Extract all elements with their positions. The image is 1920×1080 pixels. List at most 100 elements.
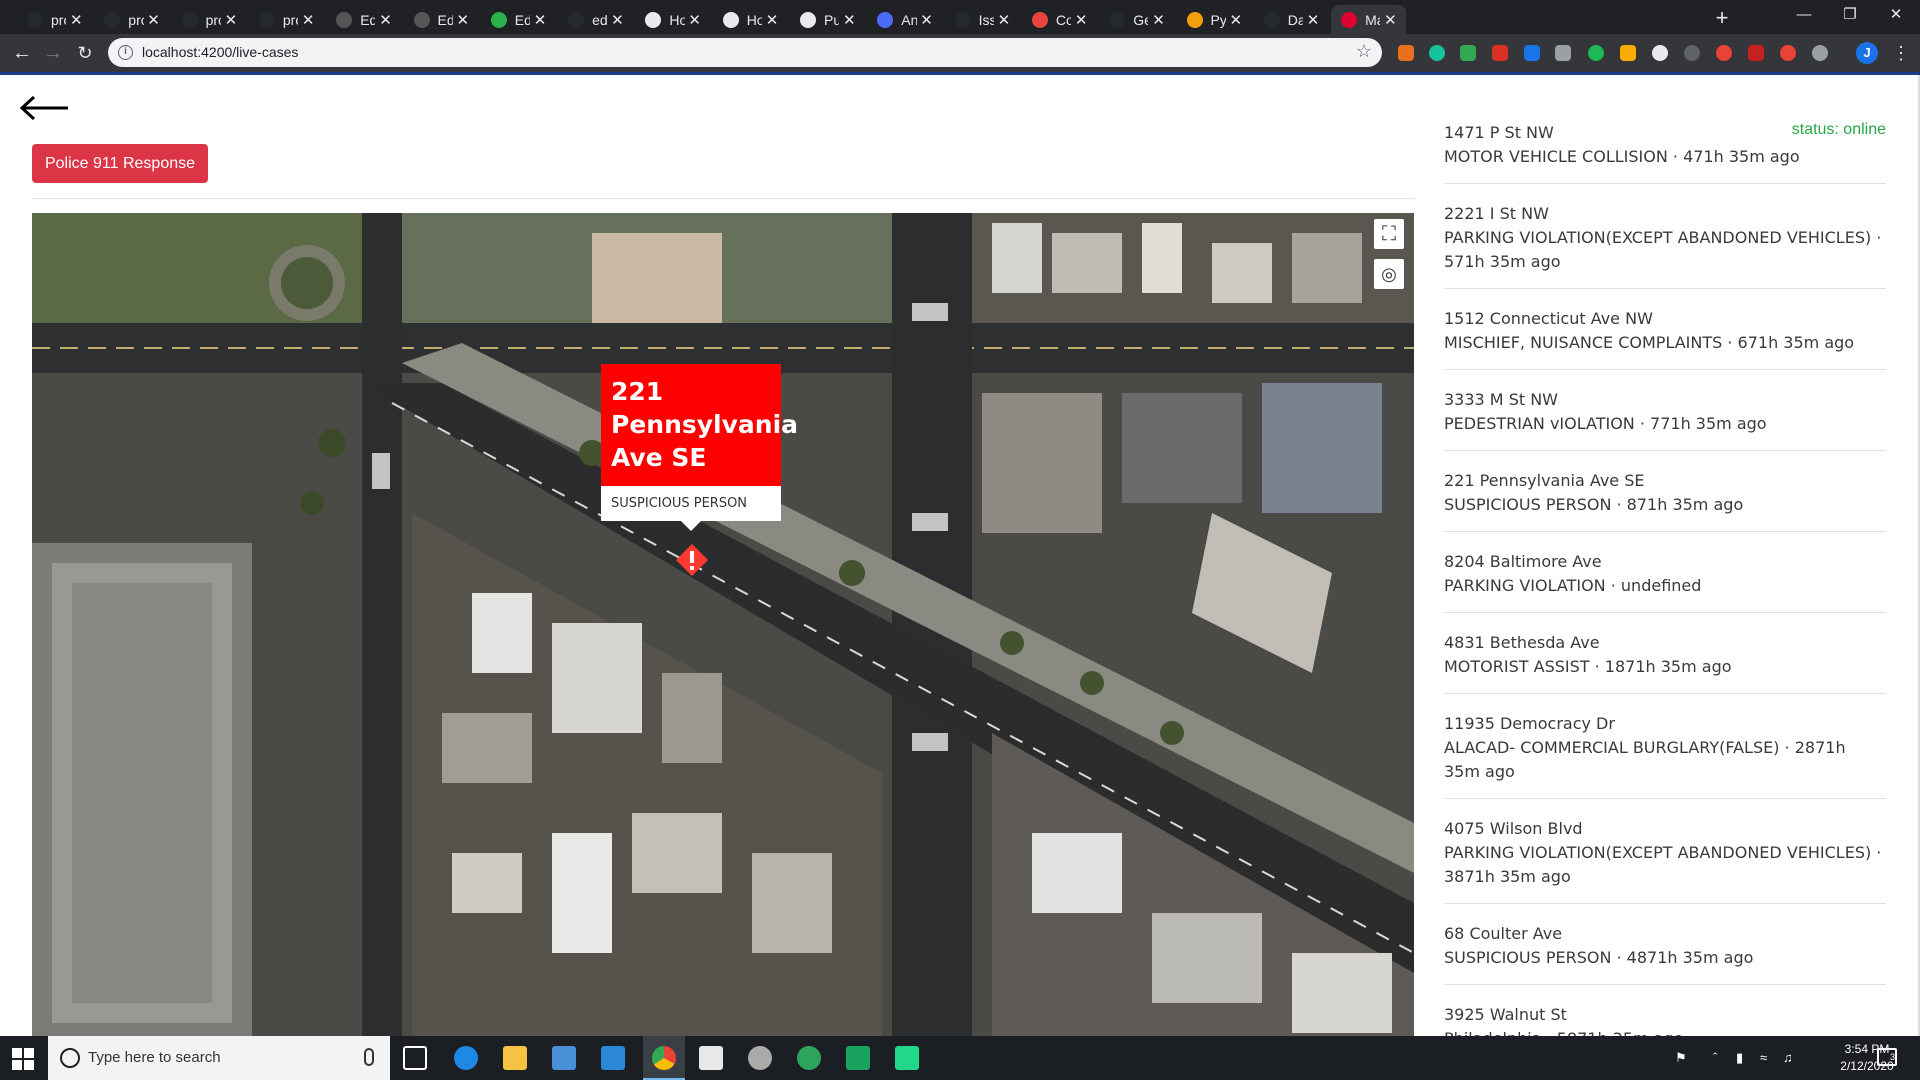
tab-13[interactable]: Issue✕: [945, 5, 1020, 34]
edge-icon[interactable]: [454, 1046, 478, 1070]
tab-close-icon[interactable]: ✕: [375, 11, 395, 29]
extension-red-circle-icon[interactable]: [1780, 45, 1796, 61]
extension-green-circle-icon[interactable]: [1588, 45, 1604, 61]
chrome-taskbar-button[interactable]: [643, 1036, 685, 1080]
case-item[interactable]: 2221 I St NW PARKING VIOLATION(EXCEPT ABA…: [1444, 194, 1886, 289]
tab-18[interactable]: Mapb✕: [1331, 5, 1407, 34]
tab-16[interactable]: Pytho✕: [1177, 5, 1252, 34]
tab-15[interactable]: Geni✕: [1099, 5, 1174, 34]
browser-tab-strip: proba✕proba✕proba✕proba✕Edwa✕Edwa✕Edwa✕e…: [0, 0, 1920, 34]
tab-close-icon[interactable]: ✕: [994, 11, 1014, 29]
notification-center-icon[interactable]: 3: [1877, 1048, 1897, 1066]
satellite-map[interactable]: ⛶ ◎: [32, 213, 1414, 1036]
extension-video-icon[interactable]: [1748, 45, 1764, 61]
tab-11[interactable]: Public✕: [790, 5, 865, 34]
geolocate-icon[interactable]: ◎: [1374, 259, 1404, 289]
tab-close-icon[interactable]: ✕: [1303, 11, 1323, 29]
taskbar-search-input[interactable]: Type here to search: [48, 1036, 390, 1080]
case-item[interactable]: 221 Pennsylvania Ave SE SUSPICIOUS PERSON…: [1444, 461, 1886, 532]
tab-close-icon[interactable]: ✕: [298, 11, 318, 29]
extension-dark-circle-icon[interactable]: [1684, 45, 1700, 61]
microphone-icon[interactable]: [364, 1048, 374, 1066]
chevron-up-icon[interactable]: ˆ: [1713, 1050, 1717, 1065]
tab-6[interactable]: Edwa✕: [404, 5, 479, 34]
extension-yellow-icon[interactable]: [1620, 45, 1636, 61]
case-item[interactable]: 4075 Wilson Blvd PARKING VIOLATION(EXCEPT…: [1444, 809, 1886, 904]
tab-1[interactable]: proba✕: [17, 5, 92, 34]
tab-2[interactable]: proba✕: [94, 5, 169, 34]
mail-icon[interactable]: [699, 1046, 723, 1070]
battery-icon[interactable]: ▮: [1736, 1050, 1743, 1066]
alert-marker-icon[interactable]: [675, 543, 709, 577]
tab-close-icon[interactable]: ✕: [839, 11, 859, 29]
tab-close-icon[interactable]: ✕: [1071, 11, 1091, 29]
forward-nav-button[interactable]: →: [40, 40, 66, 66]
tab-close-icon[interactable]: ✕: [1380, 11, 1400, 29]
tab-14[interactable]: Copy✕: [1022, 5, 1097, 34]
tab-10[interactable]: How✕: [713, 5, 788, 34]
browser-menu-icon[interactable]: ⋮: [1892, 41, 1910, 65]
tab-3[interactable]: proba✕: [172, 5, 247, 34]
file-explorer-icon[interactable]: [503, 1046, 527, 1070]
edge-beta-icon[interactable]: [797, 1046, 821, 1070]
tab-close-icon[interactable]: ✕: [1148, 11, 1168, 29]
tab-close-icon[interactable]: ✕: [1226, 11, 1246, 29]
case-item[interactable]: 68 Coulter Ave SUSPICIOUS PERSON · 4871h …: [1444, 914, 1886, 985]
case-item[interactable]: 3333 M St NW PEDESTRIAN vIOLATION · 771h …: [1444, 380, 1886, 451]
back-nav-button[interactable]: ←: [9, 40, 35, 66]
restore-button[interactable]: ❐: [1827, 0, 1873, 30]
extension-blue-icon[interactable]: [1524, 45, 1540, 61]
tab-close-icon[interactable]: ✕: [685, 11, 705, 29]
new-tab-button[interactable]: +: [1708, 4, 1736, 32]
case-item[interactable]: 3925 Walnut St Philadelphia · 5871h 35m a…: [1444, 995, 1886, 1036]
extension-grammarly-icon[interactable]: [1429, 45, 1445, 61]
extension-white-circle-icon[interactable]: [1652, 45, 1668, 61]
tab-4[interactable]: proba✕: [249, 5, 324, 34]
task-view-icon[interactable]: [403, 1046, 427, 1070]
tab-12[interactable]: Anim✕: [867, 5, 942, 34]
info-icon[interactable]: i: [118, 45, 133, 60]
tab-17[interactable]: Davie✕: [1254, 5, 1329, 34]
extension-leaf-icon[interactable]: [1460, 45, 1476, 61]
settings-gear-icon[interactable]: [748, 1046, 772, 1070]
extension-target-icon[interactable]: [1716, 45, 1732, 61]
tab-9[interactable]: How✕: [635, 5, 710, 34]
fullscreen-icon[interactable]: ⛶: [1374, 219, 1404, 249]
police-911-response-button[interactable]: Police 911 Response: [32, 144, 208, 183]
pycharm-icon[interactable]: [846, 1046, 870, 1070]
windows-start-icon[interactable]: [12, 1048, 34, 1070]
minimize-button[interactable]: —: [1781, 0, 1827, 30]
reload-button[interactable]: ↻: [72, 40, 98, 66]
tab-close-icon[interactable]: ✕: [762, 11, 782, 29]
case-item[interactable]: 1512 Connecticut Ave NW MISCHIEF, NUISANC…: [1444, 299, 1886, 370]
volume-icon[interactable]: ♫: [1783, 1050, 1793, 1065]
url-text[interactable]: localhost:4200/live-cases: [142, 44, 298, 60]
app-green-icon[interactable]: [895, 1046, 919, 1070]
extension-fox-icon[interactable]: [1398, 45, 1414, 61]
tab-8[interactable]: edwa✕: [558, 5, 633, 34]
tab-close-icon[interactable]: ✕: [917, 11, 937, 29]
tab-close-icon[interactable]: ✕: [607, 11, 627, 29]
vscode-icon[interactable]: [601, 1046, 625, 1070]
back-arrow-icon[interactable]: [18, 93, 70, 123]
case-item[interactable]: 4831 Bethesda Ave MOTORIST ASSIST · 1871h…: [1444, 623, 1886, 694]
tab-5[interactable]: Edwa✕: [326, 5, 401, 34]
wifi-icon[interactable]: ≈: [1760, 1050, 1767, 1065]
people-icon[interactable]: ⚑: [1675, 1050, 1687, 1066]
tab-close-icon[interactable]: ✕: [453, 11, 473, 29]
tab-close-icon[interactable]: ✕: [530, 11, 550, 29]
bookmark-star-icon[interactable]: ☆: [1356, 41, 1372, 62]
tab-7[interactable]: Edwa✕: [481, 5, 556, 34]
case-item[interactable]: 8204 Baltimore Ave PARKING VIOLATION · un…: [1444, 542, 1886, 613]
close-window-button[interactable]: ✕: [1873, 0, 1919, 30]
extension-grey-icon[interactable]: [1555, 45, 1571, 61]
case-item[interactable]: 11935 Democracy Dr ALACAD- COMMERCIAL BUR…: [1444, 704, 1886, 799]
tab-close-icon[interactable]: ✕: [221, 11, 241, 29]
address-bar[interactable]: i localhost:4200/live-cases ☆: [108, 38, 1382, 67]
extension-pin-icon[interactable]: [1812, 45, 1828, 61]
profile-avatar[interactable]: J: [1856, 42, 1878, 64]
extension-red-icon[interactable]: [1492, 45, 1508, 61]
tab-close-icon[interactable]: ✕: [144, 11, 164, 29]
tab-close-icon[interactable]: ✕: [66, 11, 86, 29]
store-icon[interactable]: [552, 1046, 576, 1070]
